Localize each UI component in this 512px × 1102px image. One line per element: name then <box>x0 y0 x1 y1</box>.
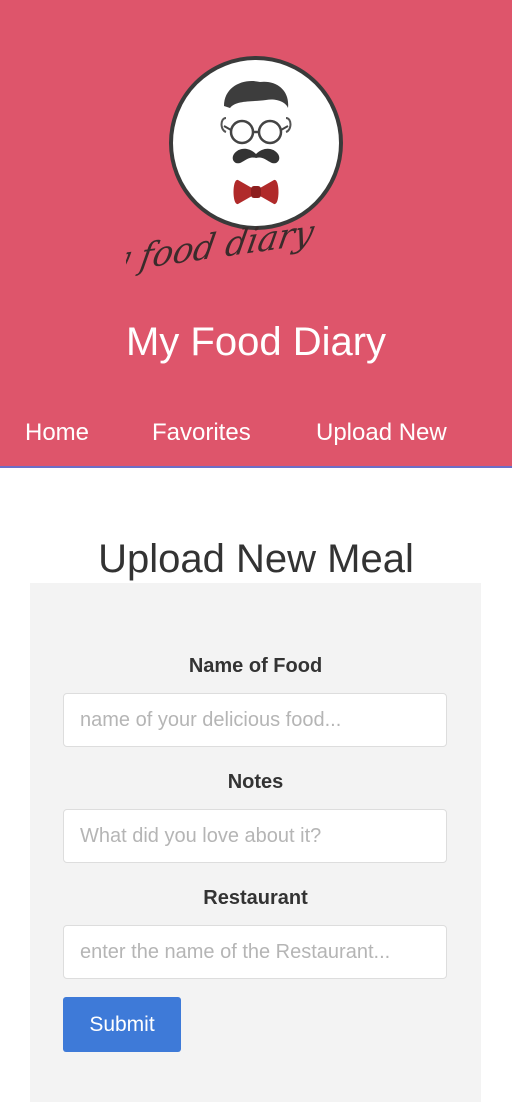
notes-label: Notes <box>227 771 284 793</box>
food-diary-logo: My food diary <box>126 56 343 286</box>
submit-button[interactable]: Submit <box>63 997 181 1052</box>
nav-favorites-link[interactable]: Favorites <box>152 412 251 454</box>
nav-upload-new-link[interactable]: Upload New <box>316 412 447 454</box>
main-nav: Home Favorites Upload New <box>0 412 512 456</box>
food-name-label: Name of Food <box>188 655 323 677</box>
app-title: My Food Diary <box>125 320 387 364</box>
header: My food diary My Food Diary Home Favorit… <box>0 0 512 468</box>
nav-home-link[interactable]: Home <box>25 412 89 454</box>
food-name-input[interactable] <box>63 693 447 747</box>
notes-input[interactable] <box>63 809 447 863</box>
logo-script-text: My food diary <box>126 213 318 286</box>
restaurant-input[interactable] <box>63 925 447 979</box>
page-title: Upload New Meal <box>98 537 414 581</box>
restaurant-label: Restaurant <box>203 887 308 909</box>
upload-meal-form: Name of Food Notes Restaurant Submit <box>30 583 481 1102</box>
